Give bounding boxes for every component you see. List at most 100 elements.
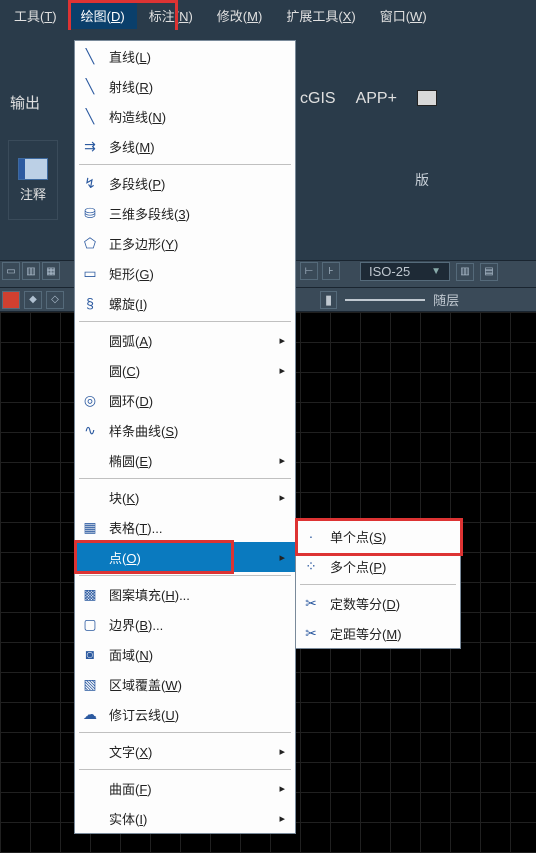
tool-icon-right-1[interactable]: ▥ <box>456 263 474 281</box>
right-tabs: cGIS APP+ <box>300 90 437 108</box>
pline3d-icon: ⛁ <box>81 204 99 222</box>
menu-mline-label: 多线(M) <box>109 137 285 156</box>
menu-ray[interactable]: ╲射线(R) <box>75 71 295 101</box>
menu-text[interactable]: 文字(X)▸ <box>75 736 295 766</box>
menu-table[interactable]: ▦ 表格(T)... <box>75 512 295 542</box>
menu-xline[interactable]: ╲构造线(N) <box>75 101 295 131</box>
region-icon: ◙ <box>81 645 99 663</box>
submenu-arrow-icon: ▸ <box>279 364 285 377</box>
menu-arc-label: 圆弧(A) <box>109 331 269 350</box>
multi-point-icon: ⁘ <box>302 557 320 575</box>
single-point-icon: · <box>302 527 320 545</box>
menu-surface[interactable]: 曲面(F)▸ <box>75 773 295 803</box>
menu-donut[interactable]: ◎ 圆环(D) <box>75 385 295 415</box>
polygon-icon: ⬠ <box>81 234 99 252</box>
ray-icon: ╲ <box>81 77 99 95</box>
menu-block[interactable]: 块(K) ▸ <box>75 482 295 512</box>
menu-ellipse[interactable]: 椭圆(E)▸ <box>75 445 295 475</box>
menu-table-label: 表格(T)... <box>109 518 285 537</box>
menu-modify[interactable]: 修改(M) <box>205 2 275 29</box>
helix-icon: § <box>81 294 99 312</box>
line-preview <box>345 299 425 301</box>
point-submenu: · 单个点(S) ⁘多个点(P) ✂ 定数等分(D) ✂定距等分(M) <box>295 520 461 649</box>
revcloud-icon: ☁ <box>81 705 99 723</box>
layer-icon-3[interactable]: ◇ <box>46 291 64 309</box>
menu-line[interactable]: ╲直线(L) <box>75 41 295 71</box>
submenu-divide[interactable]: ✂ 定数等分(D) <box>296 588 460 618</box>
menu-solid[interactable]: 实体(I) ▸ <box>75 803 295 833</box>
menu-hatch[interactable]: ▩图案填充(H)... <box>75 579 295 609</box>
menu-hatch-label: 图案填充(H)... <box>109 585 285 604</box>
line-icon: ╲ <box>81 47 99 65</box>
dimstyle-combo[interactable]: ISO-25 ▼ <box>360 262 450 281</box>
menu-helix[interactable]: §螺旋(I) <box>75 288 295 318</box>
menu-rect[interactable]: ▭矩形(G) <box>75 258 295 288</box>
output-tab-label[interactable]: 输出 <box>10 92 40 113</box>
menu-pline3d-label: 三维多段线(3) <box>109 204 285 223</box>
menu-arc[interactable]: 圆弧(A) ▸ <box>75 325 295 355</box>
menu-xline-label: 构造线(N) <box>109 107 285 126</box>
menu-annotate[interactable]: 标注(N) <box>137 2 205 29</box>
tab-app-plus[interactable]: APP+ <box>356 90 397 108</box>
tool-icon-2[interactable]: ▥ <box>22 262 40 280</box>
submenu-arrow-icon: ▸ <box>279 812 285 825</box>
menu-draw[interactable]: 绘图(D) <box>69 2 137 29</box>
menu-rect-label: 矩形(G) <box>109 264 285 283</box>
menu-wipeout[interactable]: ▧区域覆盖(W) <box>75 669 295 699</box>
annotation-label: 注释 <box>20 184 46 203</box>
submenu-single-label: 单个点(S) <box>330 527 450 546</box>
submenu-arrow-icon: ▸ <box>279 551 285 564</box>
menu-point-label: 点(O) <box>109 548 269 567</box>
menu-text-label: 文字(X) <box>109 742 269 761</box>
menu-spline[interactable]: ∿样条曲线(S) <box>75 415 295 445</box>
dimstyle-area: ISO-25 ▼ ▥ ▤ <box>320 262 498 281</box>
linetype-row[interactable]: ▮ 随层 <box>320 290 459 309</box>
annotation-panel-button[interactable]: 注释 <box>8 140 58 220</box>
menu-circle[interactable]: 圆(C) ▸ <box>75 355 295 385</box>
chevron-down-icon: ▼ <box>431 266 441 277</box>
dim-icon-1[interactable]: ⊢ <box>300 262 318 280</box>
menu-separator <box>79 769 291 770</box>
layer-color-icon[interactable] <box>2 291 20 309</box>
submenu-measure-label: 定距等分(M) <box>330 624 450 643</box>
menu-tools[interactable]: 工具(T) <box>2 2 69 29</box>
submenu-single-point[interactable]: · 单个点(S) <box>296 521 460 551</box>
layer-icon-2[interactable]: ◆ <box>24 291 42 309</box>
menu-mline[interactable]: ⇉ 多线(M) <box>75 131 295 161</box>
menu-window[interactable]: 窗口(W) <box>368 2 439 29</box>
menu-block-label: 块(K) <box>109 488 269 507</box>
menu-revcloud[interactable]: ☁ 修订云线(U) <box>75 699 295 729</box>
submenu-arrow-icon: ▸ <box>279 491 285 504</box>
menu-pline3d[interactable]: ⛁ 三维多段线(3) <box>75 198 295 228</box>
draw-dropdown: ╲直线(L) ╲射线(R) ╲构造线(N) ⇉多线(M) ↯多段线(P) ⛁三维… <box>74 40 296 834</box>
submenu-multiple-point[interactable]: ⁘多个点(P) <box>296 551 460 581</box>
menu-boundary[interactable]: ▢边界(B)... <box>75 609 295 639</box>
divide-icon: ✂ <box>302 594 320 612</box>
wipeout-icon: ▧ <box>81 675 99 693</box>
menu-region[interactable]: ◙面域(N) <box>75 639 295 669</box>
submenu-arrow-icon: ▸ <box>279 334 285 347</box>
menu-pline[interactable]: ↯多段线(P) <box>75 168 295 198</box>
menu-revcloud-label: 修订云线(U) <box>109 705 285 724</box>
menu-solid-label: 实体(I) <box>109 809 269 828</box>
submenu-divide-label: 定数等分(D) <box>330 594 450 613</box>
mline-icon: ⇉ <box>81 137 99 155</box>
submenu-arrow-icon: ▸ <box>279 454 285 467</box>
tool-icon-1[interactable]: ▭ <box>2 262 20 280</box>
submenu-measure[interactable]: ✂定距等分(M) <box>296 618 460 648</box>
menu-donut-label: 圆环(D) <box>109 391 285 410</box>
tool-icon-right-2[interactable]: ▤ <box>480 263 498 281</box>
menu-circle-label: 圆(C) <box>109 361 269 380</box>
image-icon[interactable] <box>417 90 437 106</box>
table-icon: ▦ <box>81 518 99 536</box>
menu-point[interactable]: 点(O) ▸ <box>75 542 295 572</box>
tab-cgis[interactable]: cGIS <box>300 90 336 108</box>
donut-icon: ◎ <box>81 391 99 409</box>
menu-polygon[interactable]: ⬠正多边形(Y) <box>75 228 295 258</box>
spline-icon: ∿ <box>81 421 99 439</box>
dimstyle-value: ISO-25 <box>369 264 410 279</box>
menu-extensions[interactable]: 扩展工具(X) <box>274 2 367 29</box>
small-toolbar-icons: ▭ ▥ ▦ <box>2 262 60 280</box>
annotation-icon <box>18 158 48 180</box>
tool-icon-3[interactable]: ▦ <box>42 262 60 280</box>
